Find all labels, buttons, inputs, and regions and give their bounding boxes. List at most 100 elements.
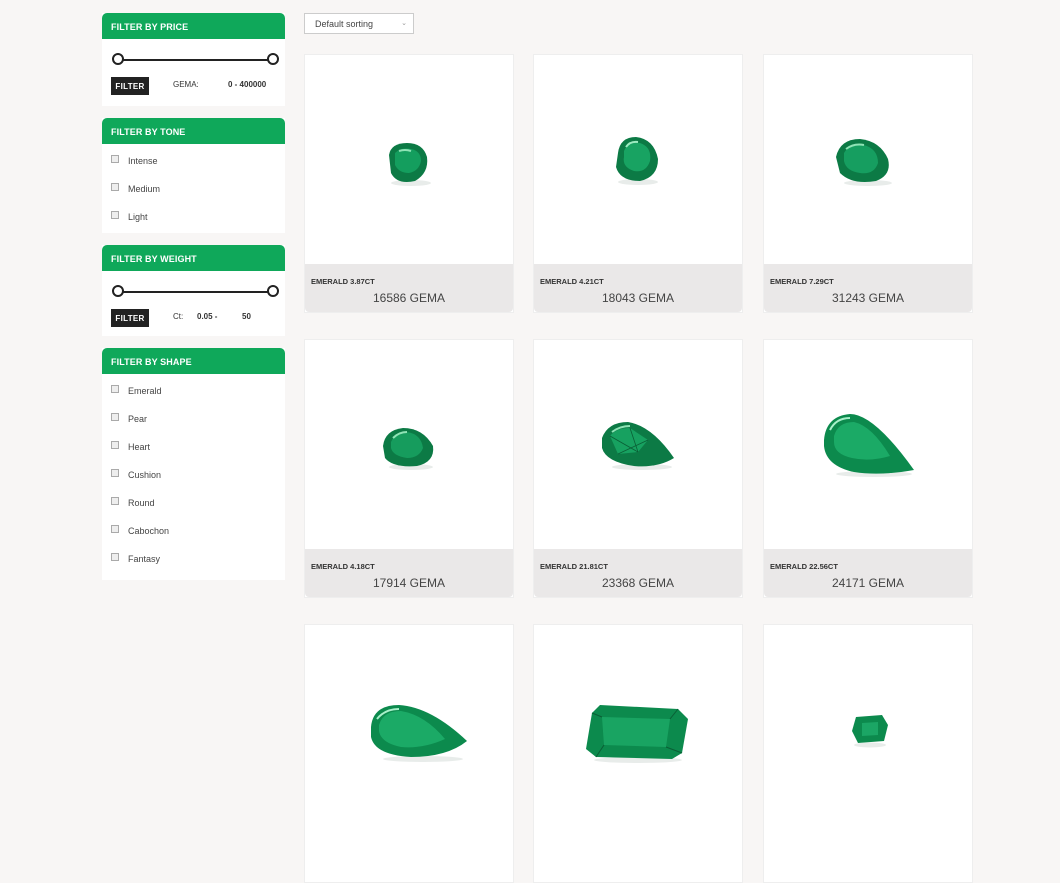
product-name[interactable]: EMERALD 3.87CT [311, 277, 375, 286]
chevron-down-icon: ⌄ [401, 20, 407, 27]
shape-option-pear[interactable]: Pear [102, 405, 285, 433]
product-image[interactable] [764, 55, 972, 264]
product-name[interactable]: EMERALD 21.81CT [540, 562, 608, 571]
product-info: EMERALD 4.21CT 18043 GEMA [534, 264, 742, 312]
product-card[interactable]: EMERALD 3.87CT 16586 GEMA [304, 54, 514, 313]
checkbox[interactable] [111, 497, 119, 505]
emerald-gem-image [616, 137, 658, 185]
product-image[interactable] [305, 625, 513, 834]
product-price: 17914 GEMA [372, 576, 446, 590]
product-card[interactable] [763, 624, 973, 883]
price-filter-title: FILTER BY PRICE [102, 13, 285, 39]
product-info: EMERALD 22.56CT 24171 GEMA [764, 549, 972, 597]
product-name[interactable]: EMERALD 22.56CT [770, 562, 838, 571]
product-price: 31243 GEMA [831, 291, 905, 305]
sidebar: FILTER BY PRICE FILTER GEMA: 0 - 400000 … [102, 13, 285, 592]
price-slider-max-handle[interactable] [267, 53, 279, 65]
checkbox[interactable] [111, 469, 119, 477]
product-image[interactable] [534, 625, 742, 834]
shape-option-emerald[interactable]: Emerald [102, 377, 285, 405]
tone-options: Intense Medium Light [102, 144, 285, 233]
price-slider-track[interactable] [116, 59, 272, 61]
tone-option-label: Light [128, 212, 148, 222]
product-info: EMERALD 21.81CT 23368 GEMA [534, 549, 742, 597]
tone-option-intense[interactable]: Intense [102, 147, 285, 175]
shape-option-label: Cabochon [128, 526, 170, 536]
product-card[interactable]: EMERALD 21.81CT 23368 GEMA [533, 339, 743, 598]
checkbox[interactable] [111, 553, 119, 561]
shape-options: Emerald Pear Heart Cushion Round Cabocho… [102, 374, 285, 580]
product-image[interactable] [764, 625, 972, 834]
shape-option-label: Cushion [128, 470, 162, 480]
emerald-gem-image [824, 414, 914, 477]
shape-option-heart[interactable]: Heart [102, 433, 285, 461]
weight-filter-title: FILTER BY WEIGHT [102, 245, 285, 271]
product-card[interactable] [533, 624, 743, 883]
weight-max-value: 50 [242, 312, 251, 321]
shape-option-round[interactable]: Round [102, 489, 285, 517]
checkbox[interactable] [111, 413, 119, 421]
tone-option-label: Medium [128, 184, 161, 194]
product-info: EMERALD 3.87CT 16586 GEMA [305, 264, 513, 312]
emerald-gem-image [602, 422, 674, 470]
weight-range: FILTER Ct: 0.05 - 50 [102, 271, 285, 336]
emerald-gem-image [836, 139, 892, 186]
weight-slider-max-handle[interactable] [267, 285, 279, 297]
product-name[interactable]: EMERALD 4.21CT [540, 277, 604, 286]
weight-filter-button[interactable]: FILTER [111, 309, 149, 327]
emerald-gem-image [586, 705, 688, 763]
product-info: EMERALD 4.18CT 17914 GEMA [305, 549, 513, 597]
checkbox[interactable] [111, 211, 119, 219]
checkbox[interactable] [111, 155, 119, 163]
product-image[interactable] [305, 340, 513, 549]
tone-option-light[interactable]: Light [102, 203, 285, 231]
checkbox[interactable] [111, 441, 119, 449]
shape-option-label: Round [128, 498, 155, 508]
emerald-gem-image [852, 715, 888, 748]
product-info: EMERALD 7.29CT 31243 GEMA [764, 264, 972, 312]
price-range-value: 0 - 400000 [228, 80, 267, 89]
shape-option-label: Fantasy [128, 554, 161, 564]
product-price: 23368 GEMA [601, 576, 675, 590]
price-range: FILTER GEMA: 0 - 400000 [102, 39, 285, 106]
weight-slider-track[interactable] [116, 291, 272, 293]
product-card[interactable]: EMERALD 4.18CT 17914 GEMA [304, 339, 514, 598]
tone-filter-title: FILTER BY TONE [102, 118, 285, 144]
product-image[interactable] [305, 55, 513, 264]
shape-filter-title: FILTER BY SHAPE [102, 348, 285, 374]
shape-option-fantasy[interactable]: Fantasy [102, 545, 285, 573]
weight-slider-min-handle[interactable] [112, 285, 124, 297]
shape-option-cabochon[interactable]: Cabochon [102, 517, 285, 545]
product-price: 16586 GEMA [372, 291, 446, 305]
product-name[interactable]: EMERALD 7.29CT [770, 277, 834, 286]
price-filter-button[interactable]: FILTER [111, 77, 149, 95]
product-price: 18043 GEMA [601, 291, 675, 305]
product-name[interactable]: EMERALD 4.18CT [311, 562, 375, 571]
product-image[interactable] [534, 55, 742, 264]
shape-option-label: Emerald [128, 386, 162, 396]
price-filter-widget: FILTER BY PRICE FILTER GEMA: 0 - 400000 [102, 13, 285, 106]
emerald-gem-image [371, 705, 467, 762]
product-card[interactable] [304, 624, 514, 883]
checkbox[interactable] [111, 525, 119, 533]
price-currency-label: GEMA: [173, 80, 199, 89]
weight-unit-label: Ct: [173, 312, 184, 321]
product-card[interactable]: EMERALD 7.29CT 31243 GEMA [763, 54, 973, 313]
product-card[interactable]: EMERALD 22.56CT 24171 GEMA [763, 339, 973, 598]
shape-filter-widget: FILTER BY SHAPE Emerald Pear Heart Cushi… [102, 348, 285, 580]
weight-min-value: 0.05 - [197, 312, 218, 321]
price-slider-min-handle[interactable] [112, 53, 124, 65]
checkbox[interactable] [111, 183, 119, 191]
emerald-gem-image [389, 143, 431, 186]
checkbox[interactable] [111, 385, 119, 393]
product-image[interactable] [534, 340, 742, 549]
shape-option-cushion[interactable]: Cushion [102, 461, 285, 489]
shape-option-label: Pear [128, 414, 148, 424]
product-image[interactable] [764, 340, 972, 549]
weight-filter-widget: FILTER BY WEIGHT FILTER Ct: 0.05 - 50 [102, 245, 285, 336]
product-price: 24171 GEMA [831, 576, 905, 590]
sort-select[interactable]: Default sorting ⌄ [304, 13, 414, 34]
tone-option-medium[interactable]: Medium [102, 175, 285, 203]
shape-option-label: Heart [128, 442, 151, 452]
product-card[interactable]: EMERALD 4.21CT 18043 GEMA [533, 54, 743, 313]
